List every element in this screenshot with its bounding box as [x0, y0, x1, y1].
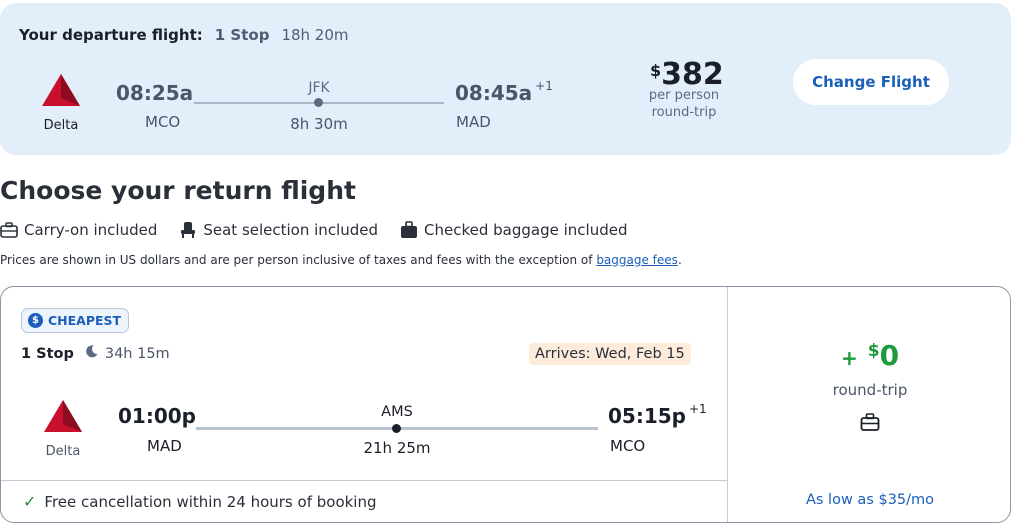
- delta-logo-icon: [40, 72, 82, 108]
- departure-arrive-time: 08:45a +1: [455, 79, 553, 105]
- carry-on-bag-icon: [0, 222, 18, 238]
- amenity-label: Checked baggage included: [424, 221, 628, 239]
- departure-duration: 18h 20m: [281, 26, 349, 44]
- departure-depart-time: 08:25a: [116, 81, 194, 105]
- baggage-fees-link[interactable]: baggage fees: [596, 253, 678, 267]
- amenity-label: Seat selection included: [203, 221, 379, 239]
- price-disclaimer: Prices are shown in US dollars and are p…: [0, 253, 682, 267]
- departure-header-title: Your departure flight:: [19, 26, 203, 44]
- checkmark-icon: ✓: [23, 492, 37, 511]
- delta-logo-icon: [42, 398, 84, 434]
- return-segment-duration: 21h 25m: [363, 439, 431, 457]
- baggage-icon: [860, 413, 880, 435]
- seat-icon: [179, 221, 197, 239]
- free-cancellation-note: ✓ Free cancellation within 24 hours of b…: [23, 492, 377, 511]
- financing-link[interactable]: As low as $35/mo: [777, 492, 963, 508]
- return-depart-time: 01:00p: [118, 404, 196, 428]
- departure-flight-card: Your departure flight: 1 Stop 18h 20m De…: [0, 3, 1011, 155]
- departure-layover-dot: [314, 98, 323, 107]
- arrival-date-badge: Arrives: Wed, Feb 15: [529, 343, 691, 365]
- price-per-person-label: per person: [648, 88, 720, 103]
- departure-airline-name: Delta: [43, 118, 79, 133]
- additional-price: + $0: [841, 339, 900, 372]
- amenity-seat-selection: Seat selection included: [179, 221, 378, 239]
- departure-segment-duration: 8h 30m: [290, 115, 348, 133]
- return-arrive-code: MCO: [610, 437, 646, 455]
- price-round-trip-label: round-trip: [651, 105, 717, 120]
- departure-price: $382: [650, 57, 724, 92]
- cheapest-badge: $ CHEAPEST: [21, 308, 130, 333]
- dollar-badge-icon: $: [28, 313, 43, 328]
- departure-arrive-code: MAD: [456, 113, 491, 131]
- moon-icon: [84, 344, 99, 363]
- return-stop-info: 1 Stop 34h 15m: [21, 344, 170, 363]
- return-stops: 1 Stop: [21, 345, 74, 362]
- departure-stops: 1 Stop: [214, 26, 270, 44]
- return-depart-code: MAD: [147, 437, 182, 455]
- amenity-carry-on: Carry-on included: [0, 221, 157, 239]
- cheapest-badge-label: CHEAPEST: [48, 313, 122, 328]
- free-cancellation-label: Free cancellation within 24 hours of boo…: [44, 492, 377, 511]
- amenity-checked-baggage: Checked baggage included: [400, 221, 627, 239]
- return-duration: 34h 15m: [104, 345, 170, 362]
- change-flight-button[interactable]: Change Flight: [793, 59, 949, 105]
- return-flight-option-card[interactable]: $ CHEAPEST 1 Stop 34h 15m Arrives: Wed, …: [0, 286, 1011, 523]
- return-section-title: Choose your return flight: [0, 176, 356, 205]
- return-layover-code: AMS: [381, 404, 413, 420]
- return-arrive-time: 05:15p +1: [608, 402, 707, 428]
- return-layover-dot: [392, 424, 401, 433]
- departure-depart-code: MCO: [145, 113, 181, 131]
- card-divider-vertical: [727, 287, 728, 522]
- amenities-list: Carry-on included Seat selection include…: [0, 221, 627, 239]
- departure-header: Your departure flight: 1 Stop 18h 20m: [19, 26, 349, 44]
- additional-price-label: round-trip: [832, 381, 908, 399]
- checked-bag-icon: [400, 221, 418, 239]
- departure-layover-code: JFK: [308, 80, 330, 96]
- return-airline-name: Delta: [45, 444, 81, 459]
- card-divider-horizontal: [1, 480, 727, 481]
- amenity-label: Carry-on included: [24, 221, 158, 239]
